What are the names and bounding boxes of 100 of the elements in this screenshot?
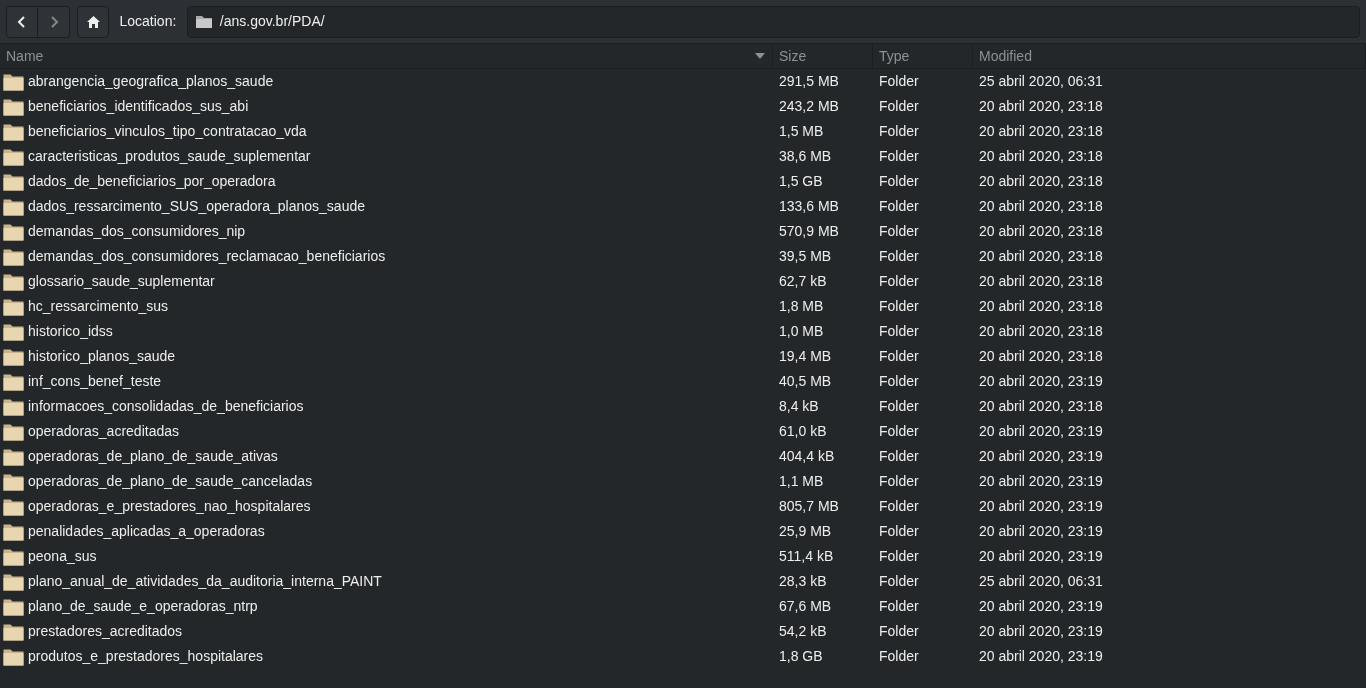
file-name[interactable]: operadoras_e_prestadores_nao_hospitalares bbox=[28, 496, 311, 517]
modified-date: 20 abril 2020, 23:19 bbox=[979, 522, 1103, 541]
file-name[interactable]: historico_planos_saude bbox=[28, 346, 176, 367]
folder-icon bbox=[3, 422, 24, 441]
file-name[interactable]: operadoras_de_plano_de_saude_canceladas bbox=[28, 471, 313, 492]
type-text: Folder bbox=[879, 447, 919, 466]
modified-date: 20 abril 2020, 23:19 bbox=[979, 597, 1103, 616]
file-name[interactable]: abrangencia_geografica_planos_saude bbox=[28, 71, 274, 92]
column-header[interactable]: Type bbox=[873, 44, 973, 68]
column-header[interactable]: Name bbox=[0, 44, 773, 68]
folder-icon bbox=[3, 72, 24, 91]
type-text: Folder bbox=[879, 647, 919, 666]
file-name[interactable]: beneficiarios_vinculos_tipo_contratacao_vda bbox=[28, 121, 307, 142]
modified-date: 20 abril 2020, 23:18 bbox=[979, 322, 1103, 341]
modified-date: 20 abril 2020, 23:19 bbox=[979, 497, 1103, 516]
folder-icon bbox=[3, 297, 24, 316]
modified-date: 20 abril 2020, 23:19 bbox=[979, 447, 1103, 466]
type-text: Folder bbox=[879, 72, 919, 91]
file-name[interactable]: dados_de_beneficiarios_por_operadora bbox=[28, 171, 276, 192]
size-text: 39,5 MB bbox=[779, 247, 832, 266]
type-text: Folder bbox=[879, 622, 919, 641]
home-button[interactable] bbox=[77, 5, 109, 38]
size-text: 570,9 MB bbox=[779, 222, 839, 241]
size-text: 1,0 MB bbox=[779, 322, 824, 341]
forward-icon bbox=[48, 14, 59, 29]
file-name[interactable]: plano_anual_de_atividades_da_auditoria_interna_PAINT bbox=[28, 571, 382, 592]
modified-date: 20 abril 2020, 23:19 bbox=[979, 547, 1103, 566]
file-name[interactable]: dados_ressarcimento_SUS_operadora_planos_saude bbox=[28, 196, 365, 217]
modified-date: 20 abril 2020, 23:18 bbox=[979, 347, 1103, 366]
modified-date: 20 abril 2020, 23:18 bbox=[979, 122, 1103, 141]
size-text: 243,2 MB bbox=[779, 97, 839, 116]
modified-date: 20 abril 2020, 23:19 bbox=[979, 372, 1103, 391]
modified-date: 20 abril 2020, 23:19 bbox=[979, 622, 1103, 641]
file-name[interactable]: peona_sus bbox=[28, 546, 97, 567]
type-text: Folder bbox=[879, 522, 919, 541]
location-label: Location: bbox=[118, 12, 178, 31]
modified-date: 20 abril 2020, 23:19 bbox=[979, 422, 1103, 441]
type-text: Folder bbox=[879, 147, 919, 166]
column-header[interactable]: Modified bbox=[973, 44, 1366, 68]
back-icon bbox=[17, 14, 27, 29]
modified-date: 20 abril 2020, 23:18 bbox=[979, 397, 1103, 416]
size-text: 54,2 kB bbox=[779, 622, 827, 641]
sort-icon bbox=[755, 53, 765, 59]
file-name[interactable]: historico_idss bbox=[28, 321, 113, 342]
file-name[interactable]: glossario_saude_suplementar bbox=[28, 271, 215, 292]
file-name[interactable]: informacoes_consolidadas_de_beneficiarios bbox=[28, 396, 304, 417]
size-text: 40,5 MB bbox=[779, 372, 832, 391]
size-text: 28,3 kB bbox=[779, 572, 827, 591]
folder-icon bbox=[3, 597, 24, 616]
folder-icon bbox=[3, 447, 24, 466]
path-text: /ans.gov.br/PDA/ bbox=[219, 12, 325, 31]
location-field[interactable]: /ans.gov.br/PDA/ bbox=[186, 5, 1360, 38]
file-name[interactable]: inf_cons_benef_teste bbox=[28, 371, 162, 392]
folder-icon bbox=[195, 15, 212, 28]
file-name[interactable]: beneficiarios_identificados_sus_abi bbox=[28, 96, 249, 117]
modified-date: 20 abril 2020, 23:18 bbox=[979, 147, 1103, 166]
folder-icon bbox=[3, 522, 24, 541]
modified-date: 20 abril 2020, 23:18 bbox=[979, 222, 1103, 241]
file-name[interactable]: hc_ressarcimento_sus bbox=[28, 296, 169, 317]
size-text: 1,8 MB bbox=[779, 297, 824, 316]
type-text: Folder bbox=[879, 197, 919, 216]
folder-icon bbox=[3, 572, 24, 591]
modified-date: 20 abril 2020, 23:18 bbox=[979, 97, 1103, 116]
file-name[interactable]: plano_de_saude_e_operadoras_ntrp bbox=[28, 596, 258, 617]
size-text: 511,4 kB bbox=[779, 547, 834, 566]
file-name[interactable]: operadoras_de_plano_de_saude_ativas bbox=[28, 446, 278, 467]
folder-icon bbox=[3, 347, 24, 366]
size-text: 404,4 kB bbox=[779, 447, 835, 466]
file-name[interactable]: demandas_dos_consumidores_nip bbox=[28, 221, 246, 242]
column-header[interactable]: Size bbox=[773, 44, 873, 68]
file-name[interactable]: caracteristicas_produtos_saude_suplementar bbox=[28, 146, 311, 167]
folder-icon bbox=[3, 647, 24, 666]
size-text: 1,5 MB bbox=[779, 122, 824, 141]
size-text: 133,6 MB bbox=[779, 197, 839, 216]
file-name[interactable]: demandas_dos_consumidores_reclamacao_beneficiarios bbox=[28, 246, 386, 267]
folder-icon bbox=[3, 272, 24, 291]
folder-icon bbox=[3, 172, 24, 191]
size-text: 291,5 MB bbox=[779, 72, 839, 91]
folder-icon bbox=[3, 147, 24, 166]
file-name[interactable]: operadoras_acreditadas bbox=[28, 421, 179, 442]
size-text: 19,4 MB bbox=[779, 347, 832, 366]
type-text: Folder bbox=[879, 122, 919, 141]
file-name[interactable]: produtos_e_prestadores_hospitalares bbox=[28, 646, 264, 667]
size-text: 38,6 MB bbox=[779, 147, 832, 166]
folder-icon bbox=[3, 122, 24, 141]
folder-icon bbox=[3, 472, 24, 491]
size-text: 8,4 kB bbox=[779, 397, 819, 416]
type-text: Folder bbox=[879, 472, 919, 491]
file-name[interactable]: prestadores_acreditados bbox=[28, 621, 183, 642]
modified-date: 25 abril 2020, 06:31 bbox=[979, 572, 1103, 591]
modified-date: 20 abril 2020, 23:19 bbox=[979, 472, 1103, 491]
type-text: Folder bbox=[879, 297, 919, 316]
home-icon bbox=[85, 14, 101, 29]
back-button[interactable] bbox=[6, 5, 38, 38]
forward-button[interactable] bbox=[38, 5, 70, 38]
folder-icon bbox=[3, 397, 24, 416]
file-name[interactable]: penalidades_aplicadas_a_operadoras bbox=[28, 521, 265, 542]
folder-icon bbox=[3, 247, 24, 266]
modified-date: 20 abril 2020, 23:18 bbox=[979, 297, 1103, 316]
modified-date: 20 abril 2020, 23:19 bbox=[979, 647, 1103, 666]
